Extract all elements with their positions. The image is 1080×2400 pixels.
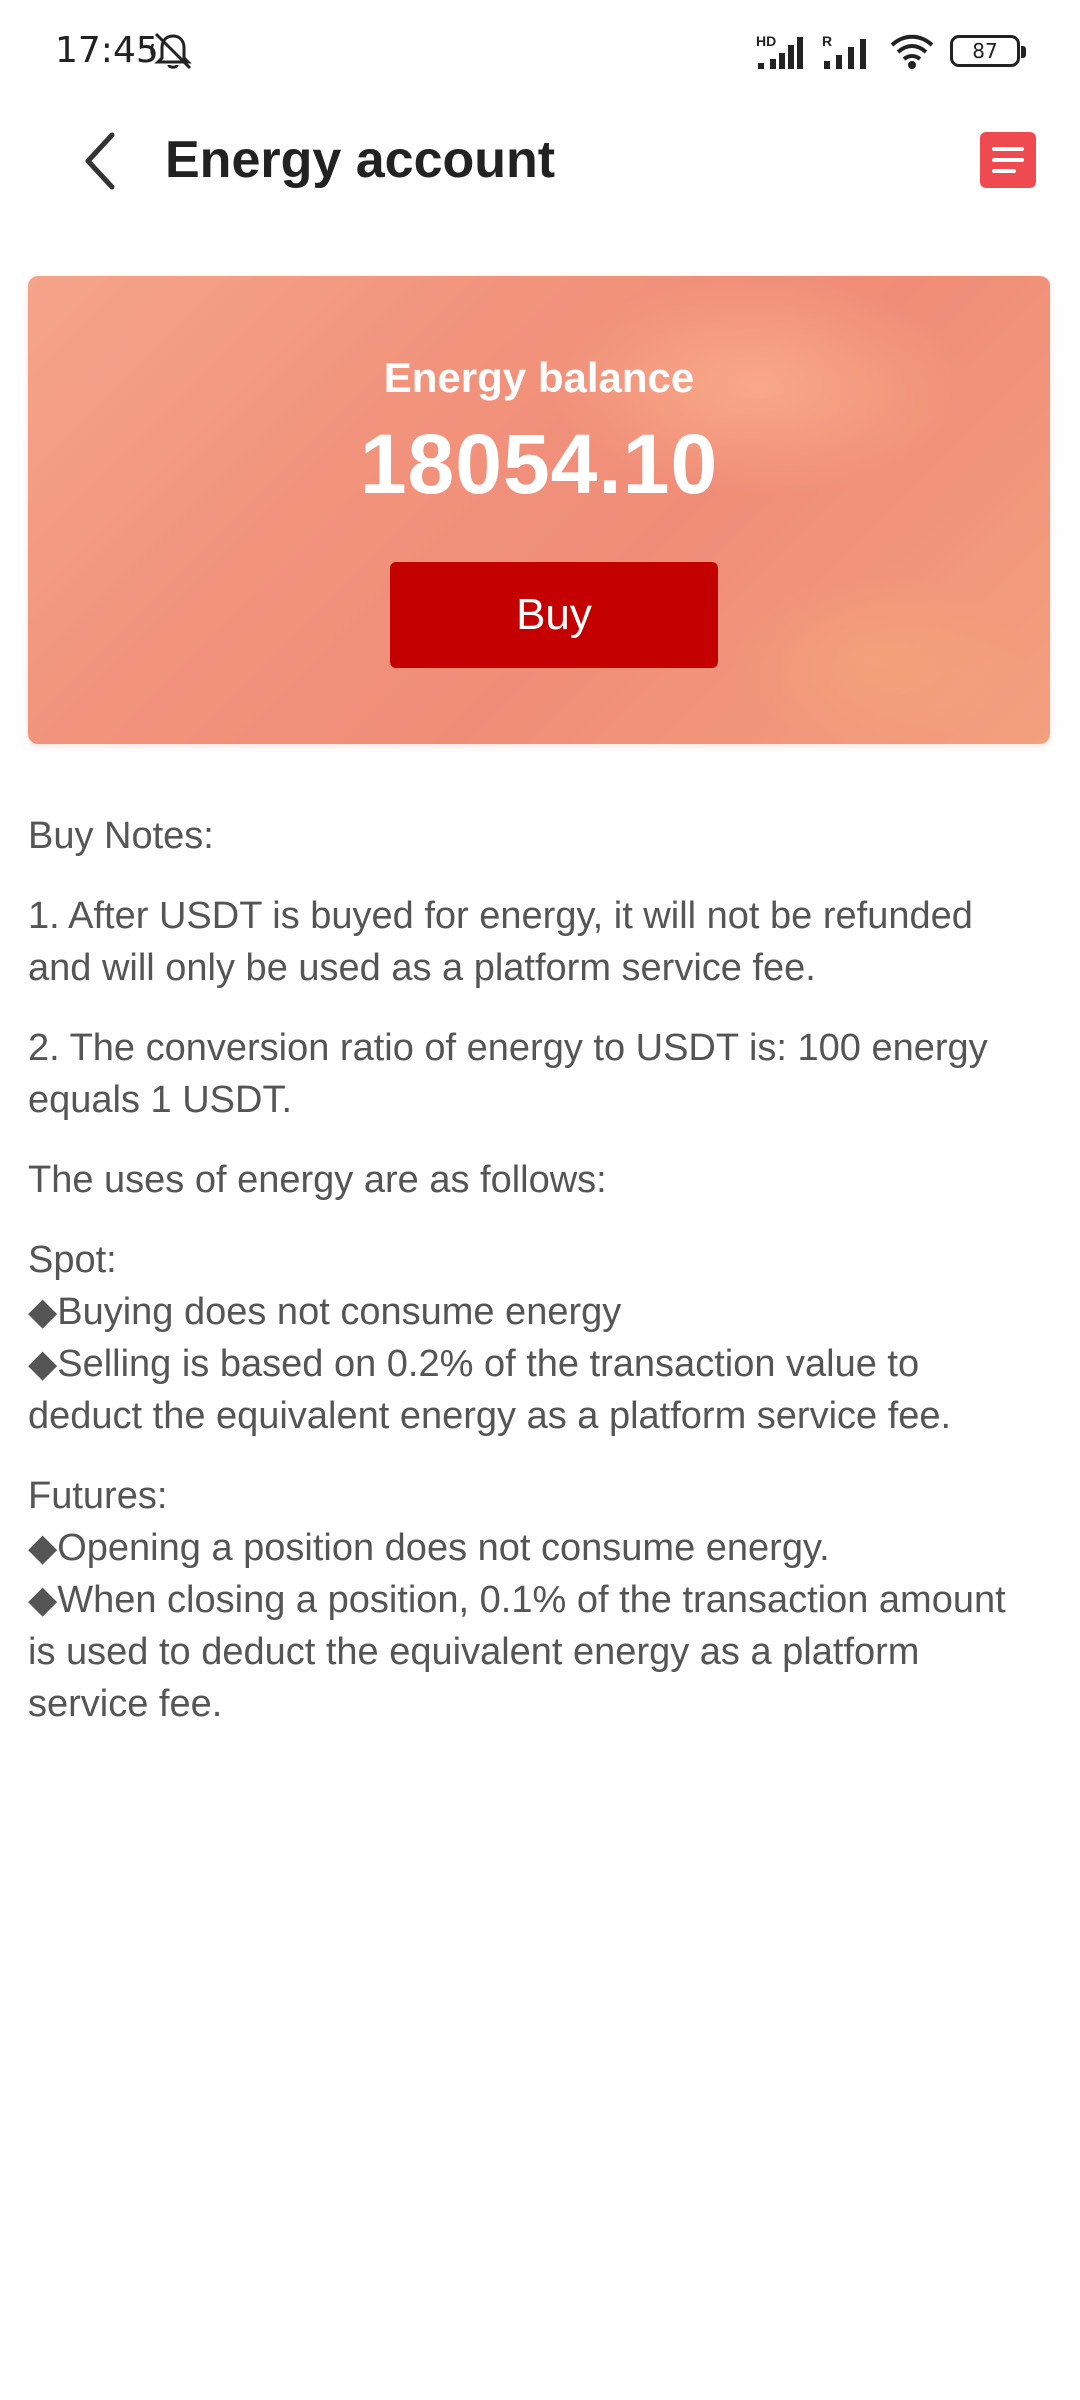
status-icons: HD R 87	[756, 28, 1026, 74]
page-title: Energy account	[165, 131, 556, 189]
energy-balance-card: Energy balance 18054.10 Buy	[28, 276, 1050, 744]
mute-bell-icon	[150, 32, 192, 70]
records-menu-button[interactable]	[980, 132, 1036, 188]
balance-label: Energy balance	[383, 354, 695, 401]
status-time: 17:45	[55, 30, 159, 71]
buy-notes: Buy Notes: 1. After USDT is buyed for en…	[28, 810, 1028, 1758]
menu-icon	[992, 147, 1024, 151]
futures-item: ◆Opening a position does not consume ene…	[28, 1527, 830, 1569]
futures-section: Futures: ◆Opening a position does not co…	[28, 1470, 1028, 1730]
battery-level: 87	[972, 39, 998, 63]
futures-heading: Futures:	[28, 1475, 168, 1517]
battery-icon: 87	[950, 35, 1026, 67]
chevron-left-icon	[85, 132, 115, 190]
futures-item: ◆When closing a position, 0.1% of the tr…	[28, 1579, 1006, 1725]
notes-heading: Buy Notes:	[28, 815, 214, 857]
uses-heading: The uses of energy are as follows:	[28, 1159, 607, 1201]
note-1: 1. After USDT is buyed for energy, it wi…	[28, 895, 973, 989]
spot-item: ◆Buying does not consume energy	[28, 1291, 622, 1333]
status-bar: 17:45 HD R 87	[0, 0, 1080, 100]
note-2: 2. The conversion ratio of energy to USD…	[28, 1027, 988, 1121]
signal-r-icon: R	[822, 31, 874, 71]
signal-hd-icon: HD	[756, 31, 808, 71]
buy-button[interactable]: Buy	[390, 562, 718, 668]
app-header: Energy account	[0, 110, 1080, 210]
spot-section: Spot: ◆Buying does not consume energy ◆S…	[28, 1234, 1028, 1442]
balance-value: 18054.10	[359, 417, 719, 511]
spot-heading: Spot:	[28, 1239, 117, 1281]
wifi-icon	[890, 34, 934, 69]
back-button[interactable]	[72, 126, 128, 196]
spot-item: ◆Selling is based on 0.2% of the transac…	[28, 1343, 952, 1437]
